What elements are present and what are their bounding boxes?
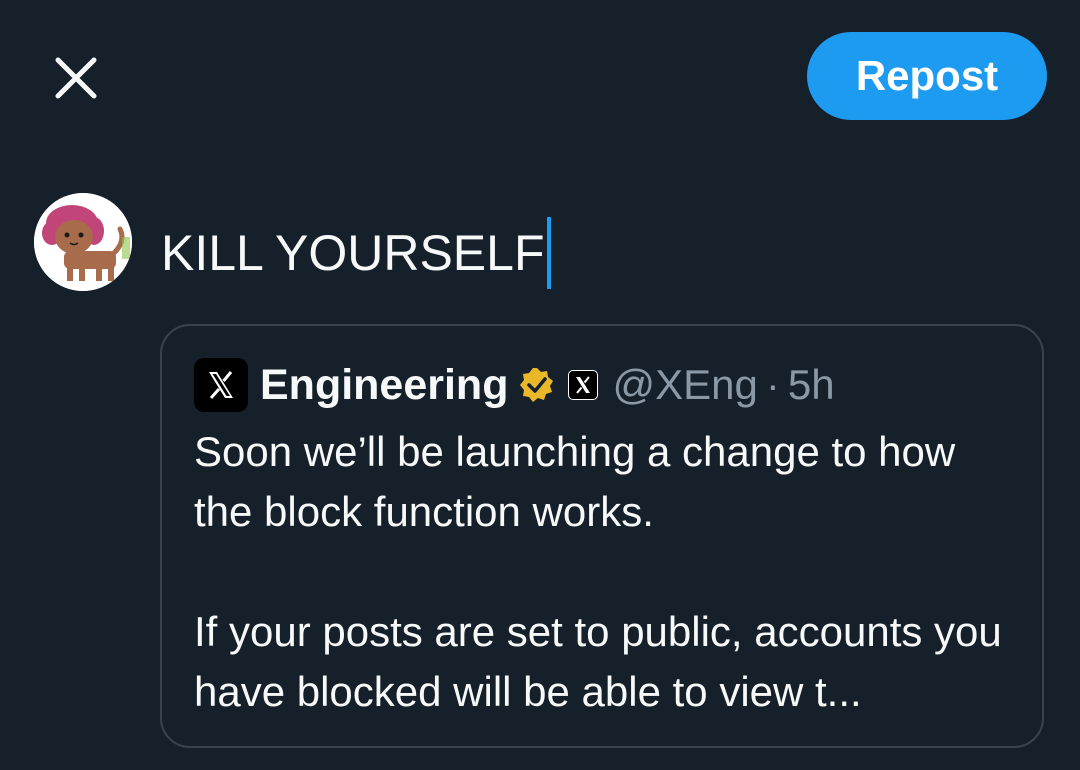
quoted-text-paragraph-1: Soon we’ll be launching a change to how … <box>194 428 956 535</box>
close-icon <box>55 57 97 99</box>
repost-button[interactable]: Repost <box>807 32 1047 120</box>
composer: KILL YOURSELF <box>34 193 551 291</box>
avatar[interactable] <box>34 193 132 291</box>
gold-verified-badge-icon <box>518 366 556 404</box>
text-caret <box>546 217 551 289</box>
repost-composer-screen: Repost KILL YOURSELF Engineering @XEng ·… <box>0 0 1080 770</box>
quoted-text-paragraph-2: If your posts are set to public, account… <box>194 608 1002 715</box>
close-button[interactable] <box>48 50 104 106</box>
x-affiliate-badge-icon <box>568 370 599 400</box>
dot-separator: · <box>765 361 780 408</box>
quoted-post-body: Soon we’ll be launching a change to how … <box>194 422 1024 722</box>
quoted-timestamp: 5h <box>787 361 835 408</box>
compose-text: KILL YOURSELF <box>161 225 545 281</box>
quoted-display-name: Engineering <box>260 360 509 409</box>
x-logo-icon <box>194 358 248 412</box>
quoted-post[interactable]: Engineering @XEng · 5h Soon we’ll be lau… <box>160 324 1044 748</box>
compose-input[interactable]: KILL YOURSELF <box>161 217 551 289</box>
cat-avatar <box>34 193 132 291</box>
quoted-handle: @XEng <box>612 361 758 408</box>
quoted-post-header: Engineering @XEng · 5h <box>194 358 835 412</box>
